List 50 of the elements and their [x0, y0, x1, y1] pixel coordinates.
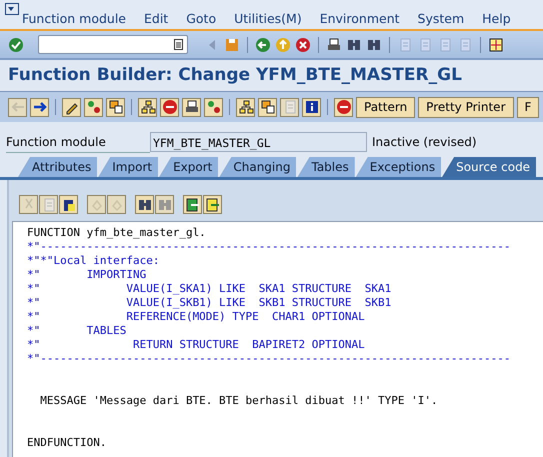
command-field[interactable] — [38, 35, 188, 54]
save-icon[interactable] — [224, 36, 240, 52]
code-comment: *" IMPORTING — [27, 268, 148, 282]
paste-icon[interactable] — [59, 195, 78, 214]
tab[interactable]: Attributes — [18, 157, 98, 177]
tab[interactable]: Tables — [297, 157, 355, 177]
function-module-field[interactable]: YFM_BTE_MASTER_GL — [150, 132, 367, 152]
cancel-icon[interactable] — [295, 36, 311, 52]
code-comment: *" TABLES — [27, 324, 128, 338]
code-line: FUNCTION yfm_bte_master_gl. — [27, 226, 207, 240]
code-comment: *" REFERENCE(MODE) TYPE CHAR1 OPTIONAL — [27, 310, 366, 324]
print-icon[interactable] — [326, 36, 342, 52]
cut-icon[interactable] — [19, 195, 38, 214]
tab[interactable]: Changing — [219, 157, 296, 177]
enter-icon[interactable] — [8, 36, 24, 52]
screen-title: Function Builder: Change YFM_BTE_MASTER_GL — [7, 64, 463, 86]
tab[interactable]: Import — [98, 157, 158, 177]
back-icon[interactable] — [255, 36, 271, 52]
menu-item[interactable]: Utilities(M) — [234, 11, 302, 26]
menu-item[interactable]: Edit — [144, 11, 168, 26]
menu-item[interactable]: System — [418, 11, 464, 26]
menu-item[interactable]: Help — [482, 11, 511, 26]
code-comment: *"*"Local interface: — [27, 254, 160, 268]
code-comment: *" RETURN STRUCTURE BAPIRET2 OPTIONAL — [27, 338, 366, 352]
status-text: Inactive (revised) — [372, 135, 477, 149]
code-comment: *" VALUE(I_SKA1) LIKE SKA1 STRUCTURE SKA1 — [27, 282, 392, 296]
tab[interactable]: Exceptions — [356, 157, 442, 177]
code-comment: *"----------------------------------------------------------------------- — [27, 352, 512, 366]
info-icon[interactable] — [302, 98, 321, 116]
menu-item[interactable]: Goto — [186, 11, 216, 26]
stack-icon[interactable] — [258, 98, 277, 116]
code-editor[interactable] — [12, 221, 543, 457]
hierarchy-icon[interactable] — [236, 98, 255, 116]
menu-item[interactable]: Environment — [320, 11, 400, 26]
tab[interactable]: Source code — [442, 157, 536, 177]
toolbar-button[interactable]: Pretty Printer — [418, 96, 514, 118]
code-line: MESSAGE 'Message dari BTE. BTE berhasil dibuat !!' TYPE 'I'. — [39, 394, 439, 408]
code-line: ENDFUNCTION. — [27, 436, 108, 450]
edit-icon[interactable] — [62, 98, 81, 116]
toolbar-button[interactable]: Pattern — [356, 96, 416, 118]
code-comment: *"----------------------------------------------------------------------- — [27, 240, 512, 254]
menu-item[interactable]: Function module — [22, 11, 126, 26]
copy-object-icon[interactable] — [106, 98, 125, 116]
code-comment: *" VALUE(I_SKB1) LIKE SKB1 STRUCTURE SKB1 — [27, 296, 392, 310]
window-menu-icon[interactable] — [5, 3, 19, 15]
search-icon[interactable] — [135, 195, 154, 214]
breakpoint-icon[interactable] — [334, 98, 353, 116]
tab[interactable]: Export — [159, 157, 218, 177]
history-icon[interactable] — [174, 39, 183, 50]
toolbar-button[interactable]: F — [516, 96, 540, 118]
